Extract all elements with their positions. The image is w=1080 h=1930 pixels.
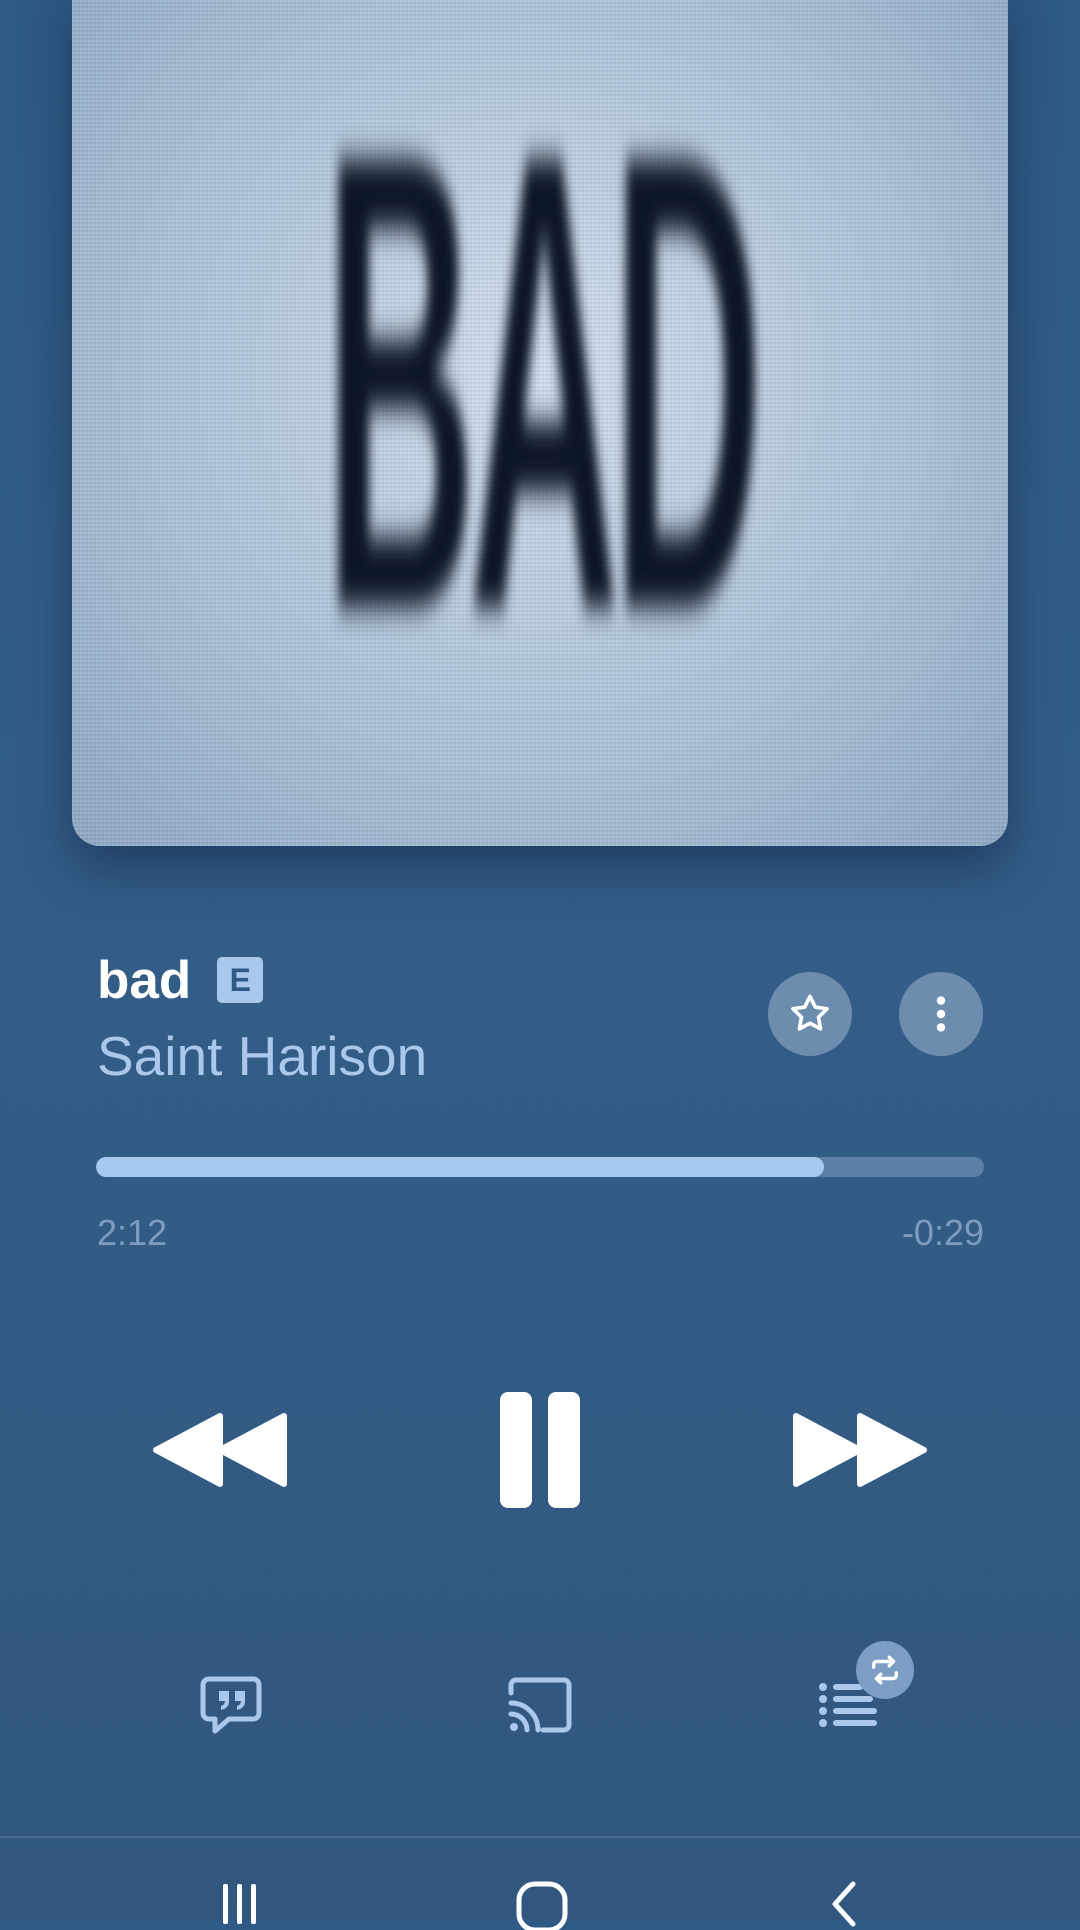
- fast-forward-icon: [793, 1413, 927, 1487]
- album-cover-text: BAD: [324, 18, 764, 747]
- cast-icon: [508, 1677, 572, 1733]
- remaining-time: -0:29: [901, 1212, 984, 1253]
- track-title: bad: [97, 950, 192, 1010]
- track-title-row: bad E: [97, 948, 264, 1012]
- explicit-badge: E: [217, 957, 264, 1003]
- album-art: BAD: [72, 0, 1008, 846]
- back-button[interactable]: [795, 1870, 895, 1930]
- progress-slider[interactable]: [96, 1157, 984, 1177]
- lyrics-icon: [200, 1676, 262, 1734]
- progress-fill: [96, 1157, 825, 1177]
- repeat-badge[interactable]: [856, 1641, 914, 1699]
- pause-button[interactable]: [480, 1385, 600, 1515]
- back-icon: [832, 1881, 856, 1927]
- cast-button[interactable]: [495, 1660, 585, 1750]
- favorite-button[interactable]: [768, 972, 852, 1056]
- lyrics-button[interactable]: [186, 1660, 276, 1750]
- pause-icon: [500, 1392, 580, 1508]
- recent-apps-button[interactable]: [190, 1870, 290, 1930]
- more-vertical-icon: [936, 996, 946, 1032]
- home-button[interactable]: [492, 1870, 592, 1930]
- rewind-icon: [153, 1413, 287, 1487]
- elapsed-time: 2:12: [97, 1212, 168, 1253]
- star-outline-icon: [791, 994, 829, 1031]
- artist-name[interactable]: Saint Harison: [97, 1024, 427, 1088]
- fast-forward-button[interactable]: [780, 1400, 940, 1500]
- home-icon: [516, 1881, 568, 1930]
- more-options-button[interactable]: [899, 972, 983, 1056]
- recent-apps-icon: [223, 1884, 256, 1924]
- repeat-icon: [871, 1655, 899, 1685]
- rewind-button[interactable]: [140, 1400, 300, 1500]
- nav-divider: [0, 1836, 1080, 1838]
